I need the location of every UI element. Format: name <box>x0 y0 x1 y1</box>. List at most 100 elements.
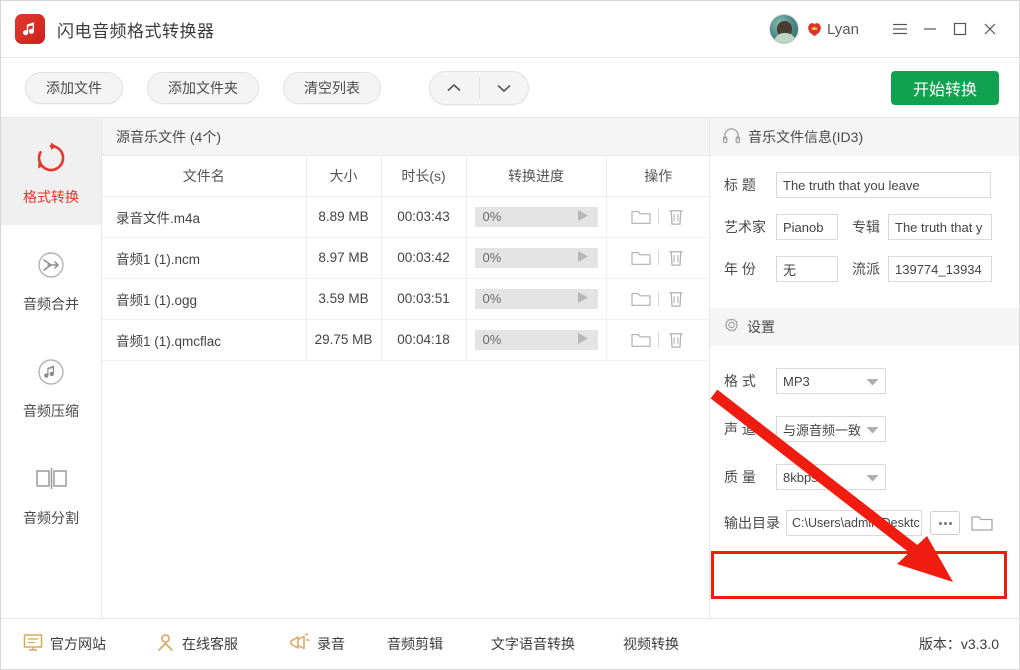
headphones-icon <box>722 127 741 147</box>
chevron-down-icon <box>866 374 879 389</box>
progress-percent: 0% <box>483 250 502 265</box>
bottom-item-online-service[interactable]: 在线客服 <box>156 633 238 655</box>
table-row[interactable]: 音频1 (1).ogg3.59 MB00:03:510% <box>102 278 710 319</box>
id3-title-label: 标 题 <box>724 175 776 195</box>
minimize-icon[interactable] <box>915 14 945 44</box>
play-triangle-icon[interactable] <box>576 208 590 225</box>
move-buttons-group <box>429 71 529 105</box>
quality-select[interactable]: 8kbps <box>776 464 886 490</box>
id3-genre-field[interactable]: 139774_13934 <box>888 256 992 282</box>
cell-duration: 00:04:18 <box>381 319 466 360</box>
format-row: 格 式 MP3 <box>710 368 1019 394</box>
maximize-icon[interactable] <box>945 14 975 44</box>
page-title: 闪电音频格式转换器 <box>57 17 215 42</box>
avatar[interactable] <box>769 14 799 44</box>
quality-label: 质 量 <box>724 467 776 487</box>
bottom-item-text-to-speech[interactable]: 文字语音转换 <box>491 634 575 654</box>
id3-title-row: 标 题 The truth that you leave <box>710 172 1019 198</box>
user-area[interactable]: Lyan <box>769 14 859 44</box>
bottom-item-official-website[interactable]: 官方网站 <box>23 633 106 655</box>
id3-year-genre-row: 年 份 无 流派 139774_13934 <box>710 256 1019 282</box>
cell-filename: 音频1 (1).ncm <box>102 237 306 278</box>
move-down-button[interactable] <box>480 72 529 104</box>
channel-select[interactable]: 与源音频一致 <box>776 416 886 442</box>
sidebar-item-format-convert[interactable]: 格式转换 <box>1 118 101 225</box>
quality-value: 8kbps <box>783 470 818 485</box>
output-directory-row: 输出目录 C:\Users\admin\Desktc <box>710 510 1019 536</box>
cell-size: 8.97 MB <box>306 237 381 278</box>
gear-icon <box>722 317 740 338</box>
cell-actions <box>606 196 710 237</box>
id3-genre-label: 流派 <box>852 259 880 279</box>
folder-icon[interactable] <box>624 290 658 308</box>
cell-actions <box>606 278 710 319</box>
trash-icon[interactable] <box>659 330 693 349</box>
chevron-down-icon <box>866 470 879 485</box>
output-directory-input[interactable]: C:\Users\admin\Desktc <box>786 510 922 536</box>
bottom-item-video-convert[interactable]: 视频转换 <box>623 634 679 654</box>
window-controls <box>885 14 1005 44</box>
file-list-header: 源音乐文件 (4个) <box>102 118 709 156</box>
folder-icon[interactable] <box>624 208 658 226</box>
clear-list-button[interactable]: 清空列表 <box>283 72 381 104</box>
title-bar: 闪电音频格式转换器 Lyan <box>1 1 1019 58</box>
play-triangle-icon[interactable] <box>576 290 590 307</box>
bottom-item-recording[interactable]: 录音 <box>288 633 345 655</box>
table-row[interactable]: 音频1 (1).ncm8.97 MB00:03:42 0% <box>102 237 710 278</box>
add-folder-button[interactable]: 添加文件夹 <box>147 72 259 104</box>
settings-section-title: 设置 <box>747 317 775 337</box>
monitor-icon <box>23 633 43 655</box>
start-convert-button[interactable]: 开始转换 <box>891 71 999 105</box>
music-note-logo-icon <box>15 14 45 44</box>
cell-actions <box>606 319 710 360</box>
person-icon <box>156 633 175 655</box>
toolbar: 添加文件 添加文件夹 清空列表 开始转换 <box>1 58 1019 118</box>
play-triangle-icon[interactable] <box>576 331 590 348</box>
cell-filename: 音频1 (1).ogg <box>102 278 306 319</box>
version-label: 版本：v3.3.0 <box>919 634 999 654</box>
close-icon[interactable] <box>975 14 1005 44</box>
format-select[interactable]: MP3 <box>776 368 886 394</box>
folder-icon[interactable] <box>624 331 658 349</box>
open-output-folder-icon[interactable] <box>970 513 994 533</box>
browse-ellipsis-button[interactable] <box>930 511 960 535</box>
sidebar-item-audio-compress[interactable]: 音频压缩 <box>1 332 101 439</box>
format-label: 格 式 <box>724 371 776 391</box>
id3-album-field[interactable]: The truth that y <box>888 214 992 240</box>
bottom-item-label: 音频剪辑 <box>387 634 443 654</box>
music-note-circle-icon <box>34 351 68 393</box>
cell-duration: 00:03:42 <box>381 237 466 278</box>
move-up-button[interactable] <box>430 72 479 104</box>
progress-bar: 0% <box>475 330 598 350</box>
sidebar-item-audio-split[interactable]: 音频分割 <box>1 439 101 546</box>
id3-year-label: 年 份 <box>724 259 776 279</box>
bottom-item-audio-edit[interactable]: 音频剪辑 <box>387 634 443 654</box>
table-row[interactable]: 音频1 (1).qmcflac29.75 MB00:04:180% <box>102 319 710 360</box>
bottom-item-label: 官方网站 <box>50 634 106 654</box>
id3-year-field[interactable]: 无 <box>776 256 838 282</box>
cell-size: 29.75 MB <box>306 319 381 360</box>
progress-bar: 0% <box>475 248 598 268</box>
table-row[interactable]: 录音文件.m4a8.89 MB00:03:430% <box>102 196 710 237</box>
trash-icon[interactable] <box>659 289 693 308</box>
bottom-item-label: 在线客服 <box>182 634 238 654</box>
trash-icon[interactable] <box>659 207 693 226</box>
trash-icon[interactable] <box>659 248 693 267</box>
merge-arrow-icon <box>34 244 68 286</box>
cell-progress: 0% <box>466 196 606 237</box>
cell-actions <box>606 237 710 278</box>
play-triangle-icon[interactable] <box>576 249 590 266</box>
id3-artist-field[interactable]: Pianob <box>776 214 838 240</box>
id3-section-title: 音乐文件信息(ID3) <box>748 127 863 147</box>
cell-duration: 00:03:43 <box>381 196 466 237</box>
cell-progress: 0% <box>466 319 606 360</box>
hamburger-icon[interactable] <box>885 14 915 44</box>
add-file-button[interactable]: 添加文件 <box>25 72 123 104</box>
id3-title-field[interactable]: The truth that you leave <box>776 172 991 198</box>
cell-duration: 00:03:51 <box>381 278 466 319</box>
folder-icon[interactable] <box>624 249 658 267</box>
bottom-item-label: 文字语音转换 <box>491 634 575 654</box>
output-directory-label: 输出目录 <box>724 513 786 533</box>
table-header-row: 文件名 大小 时长(s) 转换进度 操作 <box>102 156 710 196</box>
sidebar-item-audio-merge[interactable]: 音频合并 <box>1 225 101 332</box>
